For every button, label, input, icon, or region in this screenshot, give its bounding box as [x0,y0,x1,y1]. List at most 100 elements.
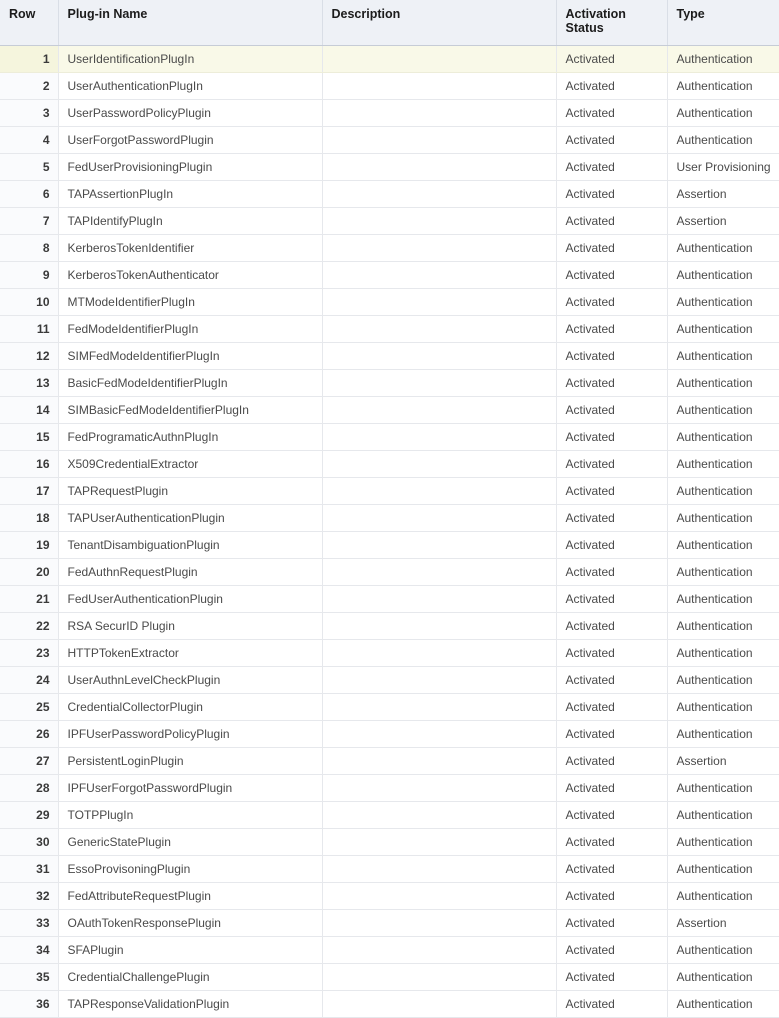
cell-row-number: 28 [0,774,59,802]
table-row[interactable]: 3 UserPasswordPolicyPlugin Activated Authen… [0,99,779,127]
table-row[interactable]: 28 IPFUserForgotPasswordPlugin Activated Au… [0,774,779,802]
cell-plugin-name: SFAPlugin [58,936,323,964]
table-row[interactable]: 13 BasicFedModeIdentifierPlugIn Activated A… [0,369,779,397]
cell-plugin-name: EssoProvisoningPlugin [58,855,323,883]
column-header-activation-status[interactable]: Activation Status [556,0,668,46]
cell-row-number: 36 [0,990,59,1018]
cell-description [322,963,557,991]
cell-activation-status: Activated [556,774,668,802]
table-row[interactable]: 32 FedAttributeRequestPlugin Activated Auth… [0,882,779,910]
table-row[interactable]: 19 TenantDisambiguationPlugin Activated Aut… [0,531,779,559]
table-row[interactable]: 27 PersistentLoginPlugin Activated Assertio… [0,747,779,775]
cell-description [322,639,557,667]
table-row[interactable]: 17 TAPRequestPlugin Activated Authenticatio… [0,477,779,505]
cell-plugin-name: TAPRequestPlugin [58,477,323,505]
cell-activation-status: Activated [556,126,668,154]
cell-activation-status: Activated [556,504,668,532]
column-header-description[interactable]: Description [322,0,557,46]
cell-row-number: 20 [0,558,59,586]
cell-row-number: 21 [0,585,59,613]
cell-activation-status: Activated [556,531,668,559]
cell-activation-status: Activated [556,423,668,451]
table-row[interactable]: 30 GenericStatePlugin Activated Authenticat… [0,828,779,856]
cell-activation-status: Activated [556,747,668,775]
table-row[interactable]: 8 KerberosTokenIdentifier Activated Authent… [0,234,779,262]
column-header-row[interactable]: Row [0,0,59,46]
table-row[interactable]: 6 TAPAssertionPlugIn Activated Assertion [0,180,779,208]
column-header-type[interactable]: Type [667,0,779,46]
cell-description [322,288,557,316]
cell-plugin-name: UserAuthenticationPlugIn [58,72,323,100]
cell-row-number: 8 [0,234,59,262]
cell-row-number: 1 [0,45,59,73]
table-row[interactable]: 18 TAPUserAuthenticationPlugin Activated Au… [0,504,779,532]
cell-activation-status: Activated [556,936,668,964]
table-row[interactable]: 7 TAPIdentifyPlugIn Activated Assertion [0,207,779,235]
cell-plugin-name: UserAuthnLevelCheckPlugin [58,666,323,694]
table-row[interactable]: 31 EssoProvisoningPlugin Activated Authenti… [0,855,779,883]
table-row[interactable]: 20 FedAuthnRequestPlugin Activated Authenti… [0,558,779,586]
table-row[interactable]: 5 FedUserProvisioningPlugin Activated User … [0,153,779,181]
cell-description [322,882,557,910]
cell-description [322,72,557,100]
cell-type: Authentication [667,504,779,532]
cell-type: Authentication [667,558,779,586]
cell-description [322,423,557,451]
table-row[interactable]: 23 HTTPTokenExtractor Activated Authenticat… [0,639,779,667]
cell-description [322,153,557,181]
cell-row-number: 33 [0,909,59,937]
cell-activation-status: Activated [556,801,668,829]
cell-activation-status: Activated [556,234,668,262]
table-row[interactable]: 33 OAuthTokenResponsePlugin Activated Asser… [0,909,779,937]
table-row[interactable]: 15 FedProgramaticAuthnPlugIn Activated Auth… [0,423,779,451]
table-row[interactable]: 22 RSA SecurID Plugin Activated Authenticat… [0,612,779,640]
cell-description [322,909,557,937]
table-row[interactable]: 26 IPFUserPasswordPolicyPlugin Activated Au… [0,720,779,748]
table-row[interactable]: 11 FedModeIdentifierPlugIn Activated Authen… [0,315,779,343]
cell-description [322,45,557,73]
cell-activation-status: Activated [556,207,668,235]
cell-plugin-name: TAPIdentifyPlugIn [58,207,323,235]
cell-activation-status: Activated [556,180,668,208]
cell-row-number: 17 [0,477,59,505]
cell-plugin-name: CredentialChallengePlugin [58,963,323,991]
table-row[interactable]: 34 SFAPlugin Activated Authentication [0,936,779,964]
cell-description [322,747,557,775]
cell-row-number: 19 [0,531,59,559]
cell-plugin-name: FedAttributeRequestPlugin [58,882,323,910]
cell-plugin-name: SIMBasicFedModeIdentifierPlugIn [58,396,323,424]
cell-description [322,477,557,505]
table-row[interactable]: 10 MTModeIdentifierPlugIn Activated Authent… [0,288,779,316]
table-row[interactable]: 16 X509CredentialExtractor Activated Authen… [0,450,779,478]
cell-type: Authentication [667,126,779,154]
cell-description [322,315,557,343]
cell-description [322,828,557,856]
table-row[interactable]: 12 SIMFedModeIdentifierPlugIn Activated Aut… [0,342,779,370]
table-row[interactable]: 2 UserAuthenticationPlugIn Activated Authen… [0,72,779,100]
table-row[interactable]: 24 UserAuthnLevelCheckPlugin Activated Auth… [0,666,779,694]
table-row[interactable]: 29 TOTPPlugIn Activated Authentication [0,801,779,829]
table-row[interactable]: 21 FedUserAuthenticationPlugin Activated Au… [0,585,779,613]
cell-plugin-name: UserIdentificationPlugIn [58,45,323,73]
table-row[interactable]: 36 TAPResponseValidationPlugin Activated Au… [0,990,779,1018]
column-header-plugin-name[interactable]: Plug-in Name [58,0,323,46]
cell-description [322,180,557,208]
cell-type: User Provisioning [667,153,779,181]
table-row[interactable]: 25 CredentialCollectorPlugin Activated Auth… [0,693,779,721]
cell-type: Authentication [667,801,779,829]
table-row[interactable]: 35 CredentialChallengePlugin Activated Auth… [0,963,779,991]
cell-type: Authentication [667,423,779,451]
table-row[interactable]: 14 SIMBasicFedModeIdentifierPlugIn Activat… [0,396,779,424]
cell-description [322,990,557,1018]
table-row[interactable]: 4 UserForgotPasswordPlugin Activated Authen… [0,126,779,154]
cell-plugin-name: UserPasswordPolicyPlugin [58,99,323,127]
table-row[interactable]: 1 UserIdentificationPlugIn Activated Authen… [0,45,779,73]
cell-description [322,801,557,829]
cell-description [322,774,557,802]
cell-row-number: 7 [0,207,59,235]
cell-activation-status: Activated [556,585,668,613]
cell-row-number: 34 [0,936,59,964]
cell-activation-status: Activated [556,342,668,370]
cell-type: Authentication [667,774,779,802]
table-row[interactable]: 9 KerberosTokenAuthenticator Activated Auth… [0,261,779,289]
